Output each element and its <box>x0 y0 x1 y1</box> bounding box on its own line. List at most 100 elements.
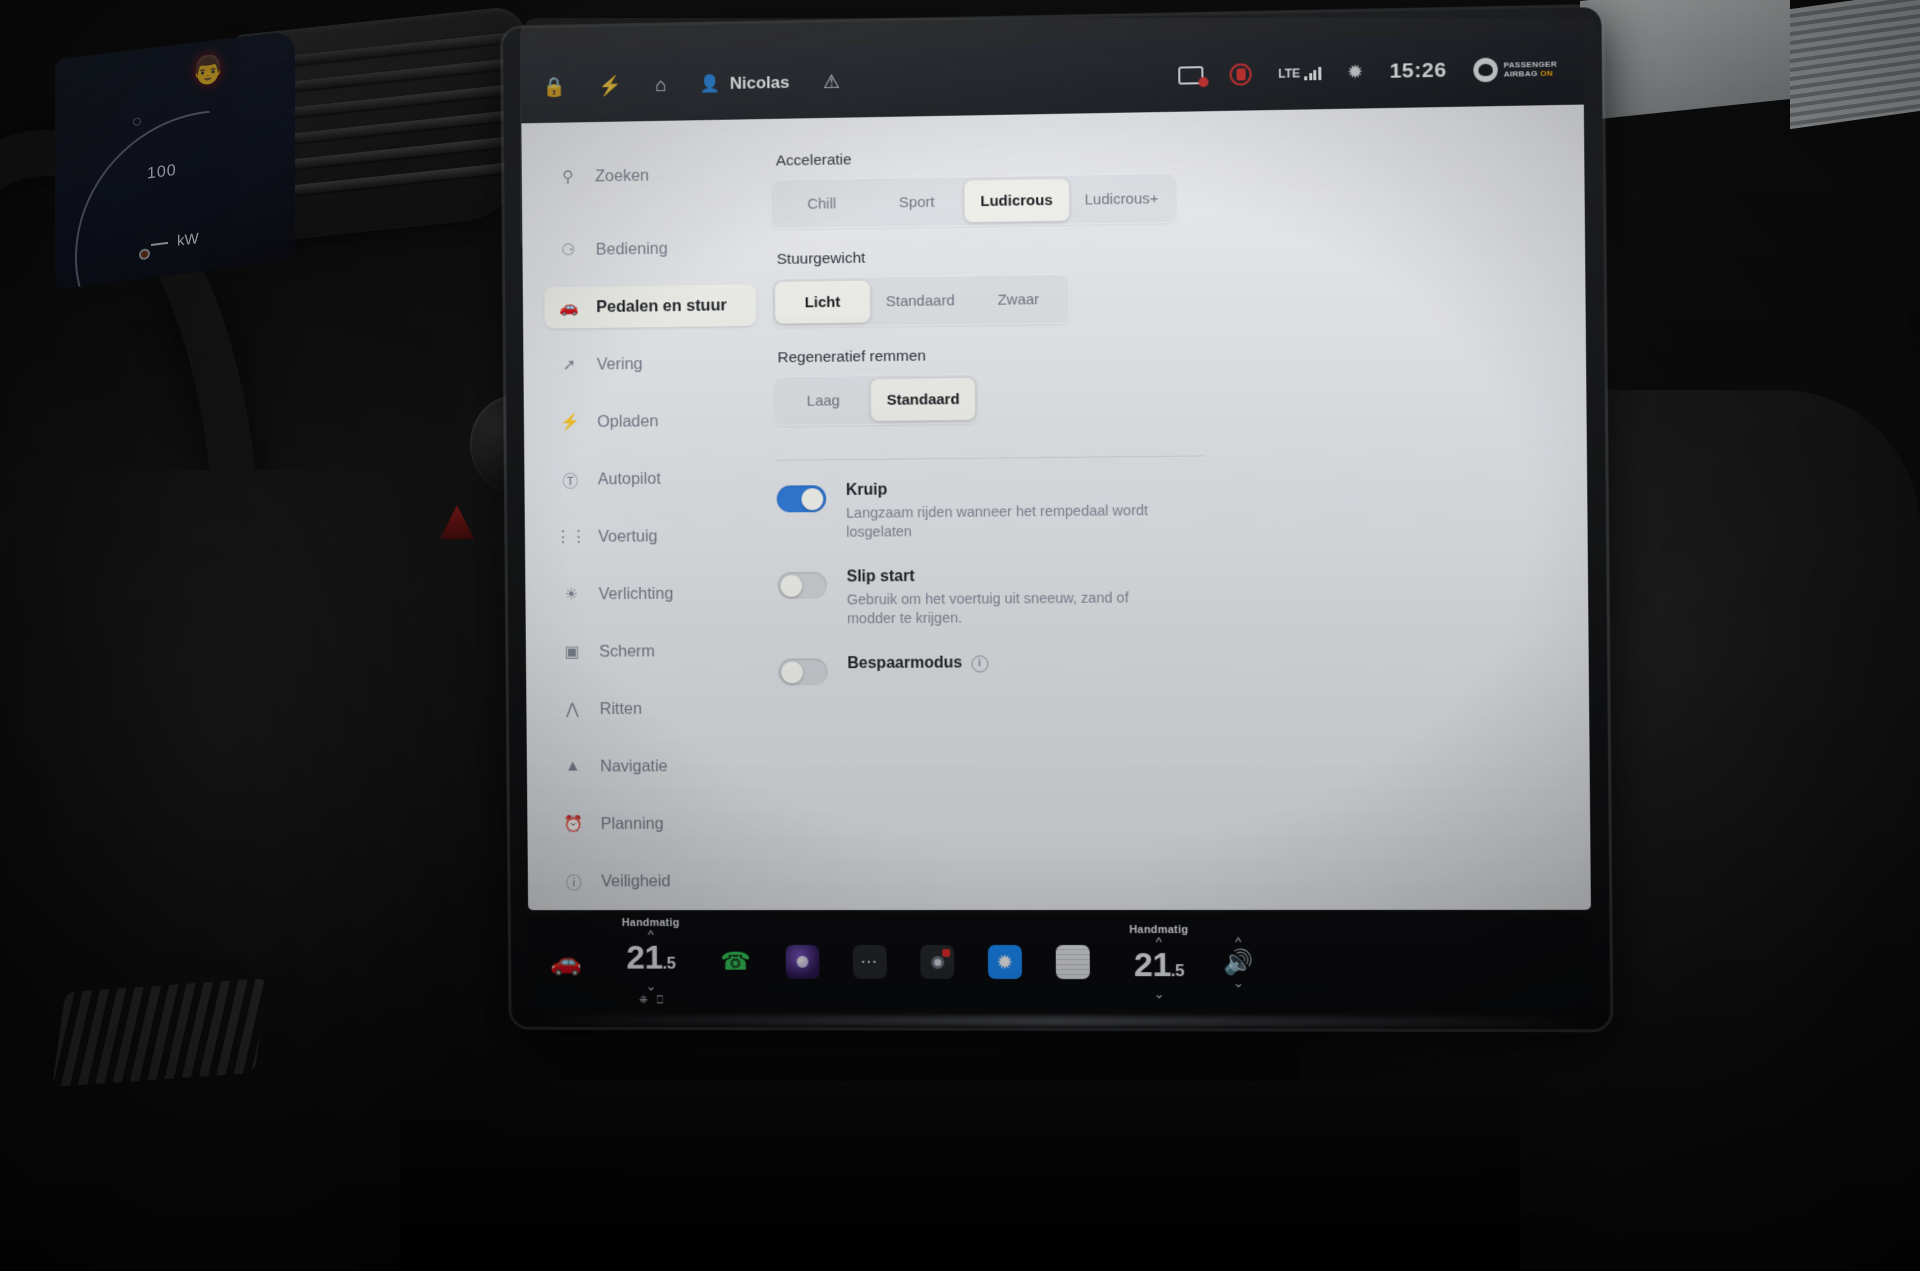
sliders-icon: ⋮⋮ <box>555 529 587 547</box>
driver-climate-control[interactable]: Handmatig ^ 21.5 ⌄ ⎈ ⎕ <box>600 917 703 1007</box>
sidebar-item-label: Opladen <box>597 411 659 431</box>
user-profile-button[interactable]: 👤 Nicolas <box>700 73 789 95</box>
steering-option-standaard[interactable]: Standaard <box>870 279 971 322</box>
section-divider <box>776 455 1205 461</box>
search-input[interactable]: ⚲ Zoeken <box>543 153 762 198</box>
volume-icon[interactable]: 🔊 <box>1223 948 1253 977</box>
bluetooth-app-icon[interactable]: ✹ <box>987 944 1023 979</box>
steering-option-zwaar[interactable]: Zwaar <box>970 278 1066 321</box>
volume-down-icon[interactable]: ⌄ <box>1233 975 1244 990</box>
acceleration-option-ludicrous[interactable]: Ludicrous <box>964 178 1069 223</box>
sidebar-item-vering[interactable]: ➚ Vering <box>545 342 764 386</box>
sidebar-item-label: Vering <box>596 354 643 373</box>
airbag-icon <box>1472 57 1498 83</box>
sidebar-item-label: Scherm <box>599 641 656 661</box>
gauge-unit-label: kW <box>177 230 199 250</box>
display-icon: ▣ <box>564 643 580 661</box>
sentry-mode-icon[interactable] <box>1229 63 1253 86</box>
bluetooth-icon[interactable]: ✹ <box>1347 62 1363 83</box>
acceleration-segmented-control: Chill Sport Ludicrous Ludicrous+ <box>770 172 1179 230</box>
driver-temp-value: 21.5 <box>626 938 675 980</box>
sidebar-item-planning[interactable]: ⏰ Planning <box>549 803 768 845</box>
dashcam-icon[interactable] <box>1178 66 1204 85</box>
airbag-line-2: AIRBAG <box>1503 68 1538 79</box>
navigation-icon: ▲ <box>564 757 581 775</box>
sidebar-item-label: Bediening <box>595 239 668 259</box>
kruip-description: Langzaam rijden wanneer het rempedaal wo… <box>846 503 1149 541</box>
charge-bolt-icon[interactable]: ⚡ <box>599 75 622 96</box>
sidebar-item-label: Navigatie <box>600 756 668 775</box>
sidebar-item-ritten[interactable]: ⋀ Ritten <box>548 687 767 730</box>
home-icon[interactable]: ⌂ <box>655 75 666 96</box>
volume-control[interactable]: ^ 🔊 ⌄ <box>1223 934 1254 990</box>
sidebar-item-autopilot[interactable]: Ⓣ Autopilot <box>546 457 765 501</box>
toggle-icon: ⚆ <box>561 242 576 260</box>
sidebar-item-label: Pedalen en stuur <box>596 295 727 316</box>
defrost-controls: ⎈ ⎕ <box>639 994 663 1007</box>
slip-start-title: Slip start <box>846 568 915 586</box>
steering-option-licht[interactable]: Licht <box>774 280 871 324</box>
car-interior-scene: 100 kW 👨 🔒 ⚡ ⌂ 👤 Nicolas ⚠ LTE ✹ 15:26 P… <box>0 0 1920 1271</box>
avatar-icon: 👤 <box>700 74 722 94</box>
acceleration-option-sport[interactable]: Sport <box>869 180 965 223</box>
center-console <box>400 1081 1520 1271</box>
toggle-row-bespaarmodus: Bespaarmodus i <box>774 651 1589 686</box>
media-icon[interactable] <box>785 944 820 979</box>
info-icon[interactable]: i <box>970 654 989 672</box>
sidebar-item-scherm[interactable]: ▣ Scherm <box>547 630 766 673</box>
kruip-toggle[interactable] <box>776 485 827 513</box>
more-apps-icon[interactable]: ⋯ <box>852 944 887 979</box>
sidebar-item-label: Voertuig <box>598 526 658 546</box>
sidebar-item-opladen[interactable]: ⚡ Opladen <box>545 399 764 443</box>
sidebar-item-navigatie[interactable]: ▲ Navigatie <box>548 745 767 787</box>
power-gauge-arc <box>55 75 295 290</box>
lock-icon[interactable]: 🔒 <box>542 77 565 98</box>
acceleration-option-chill[interactable]: Chill <box>774 182 869 225</box>
foot-pedal <box>52 978 268 1087</box>
gauge-tick-100: 100 <box>147 161 177 183</box>
sidebar-item-label: Autopilot <box>597 469 661 488</box>
passenger-airbag-indicator: PASSENGER AIRBAG ON <box>1472 56 1557 83</box>
regen-label: Regeneratief remmen <box>777 347 927 367</box>
notes-icon[interactable] <box>1055 945 1090 980</box>
phone-icon[interactable]: ☎ <box>719 945 753 979</box>
seatbelt-warning-icon: 👨 <box>191 52 225 88</box>
settings-page: ⚲ Zoeken ⚆ Bediening 🚗 Pedalen en stuur … <box>521 104 1591 911</box>
passenger-temp-value: 21.5 <box>1133 946 1185 988</box>
rear-defrost-icon[interactable]: ⎈ <box>639 994 648 1007</box>
regen-option-standaard[interactable]: Standaard <box>870 377 976 421</box>
passenger-temp-int: 21 <box>1133 946 1171 985</box>
safety-icon: ⓘ <box>565 875 582 893</box>
acceleration-option-ludicrous-plus[interactable]: Ludicrous+ <box>1068 177 1174 221</box>
car-icon[interactable]: 🚗 <box>550 945 584 979</box>
sidebar-item-bediening[interactable]: ⚆ Bediening <box>544 226 763 271</box>
steering-label: Stuurgewicht <box>776 249 866 268</box>
sidebar-item-pedalen-en-stuur[interactable]: 🚗 Pedalen en stuur <box>544 284 757 329</box>
driver-temp-down-icon[interactable]: ⌄ <box>646 978 657 993</box>
car-icon: 🚗 <box>559 299 579 317</box>
regen-option-laag[interactable]: Laag <box>776 379 871 422</box>
front-defrost-icon[interactable]: ⎕ <box>657 994 664 1007</box>
camera-icon[interactable] <box>920 944 955 979</box>
bolt-icon: ⚡ <box>560 414 580 432</box>
toggle-row-slip-start: Slip start Gebruik om het voertuig uit s… <box>773 563 1588 630</box>
sidebar-item-veiligheid[interactable]: ⓘ Veiligheid <box>549 860 768 902</box>
settings-sidebar: ⚲ Zoeken ⚆ Bediening 🚗 Pedalen en stuur … <box>521 119 768 910</box>
warning-triangle-icon[interactable]: ⚠ <box>823 71 840 92</box>
slip-start-toggle[interactable] <box>777 571 828 599</box>
passenger-temp-down-icon[interactable]: ⌄ <box>1154 986 1165 1001</box>
clock: 15:26 <box>1389 58 1447 83</box>
sidebar-item-verlichting[interactable]: ☀ Verlichting <box>547 572 766 615</box>
sidebar-item-label: Verlichting <box>598 584 674 603</box>
volume-up-icon[interactable]: ^ <box>1235 934 1241 949</box>
bottom-app-bar: 🚗 Handmatig ^ 21.5 ⌄ ⎈ ⎕ ☎ ⋯ ✹ Handmatig… <box>528 913 1592 1012</box>
cluster-indicator-1 <box>133 117 141 127</box>
signal-bars-icon <box>1304 66 1321 81</box>
acceleration-label: Acceleratie <box>775 151 852 170</box>
slip-start-description: Gebruik om het voertuig uit sneeuw, zand… <box>846 590 1129 628</box>
sidebar-item-voertuig[interactable]: ⋮⋮ Voertuig <box>546 515 765 559</box>
network-label: LTE <box>1278 66 1301 81</box>
kruip-title: Kruip <box>845 481 888 499</box>
passenger-climate-control[interactable]: Handmatig ^ 21.5 ⌄ <box>1106 924 1211 1001</box>
bespaarmodus-toggle[interactable] <box>778 658 828 686</box>
